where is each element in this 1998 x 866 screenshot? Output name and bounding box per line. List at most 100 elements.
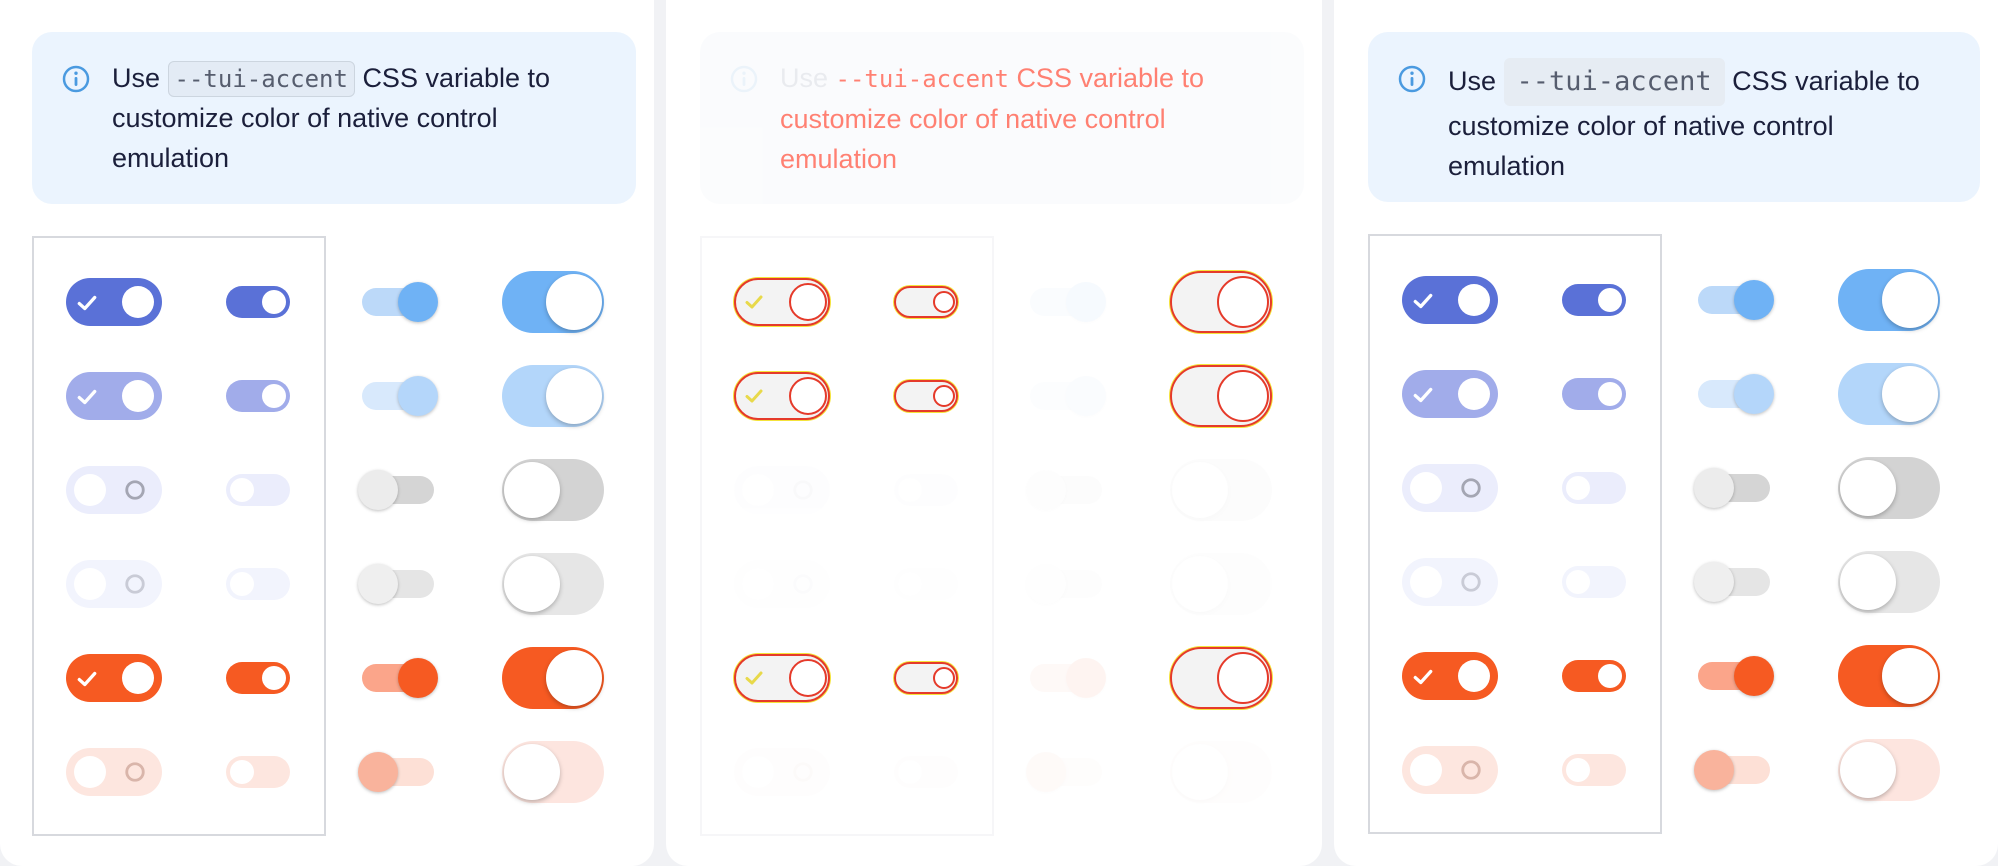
- switch-material-accent-disabled[interactable]: [362, 376, 438, 416]
- switch-small-accent[interactable]: [226, 286, 290, 318]
- switch-small-default[interactable]: [1562, 472, 1626, 504]
- switch-material-accent[interactable]: [1698, 280, 1774, 320]
- switch-material-error[interactable]: [1698, 656, 1774, 696]
- check-icon: [745, 671, 763, 685]
- switch-large-error[interactable]: [1402, 652, 1498, 700]
- notice-text: Use --tui-accent CSS variable to customi…: [780, 58, 1276, 179]
- ring-icon: [793, 762, 813, 782]
- switch-ios-error-disabled[interactable]: [1170, 741, 1272, 803]
- switch-outline-trace: [734, 654, 830, 702]
- ring-icon: [1461, 760, 1481, 780]
- switch-small-disabled[interactable]: [1562, 566, 1626, 598]
- switch-small-accent-disabled[interactable]: [226, 380, 290, 412]
- switch-ios-disabled[interactable]: [502, 553, 604, 615]
- switch-ios-accent[interactable]: [1838, 269, 1940, 331]
- notice-left: Use --tui-accent CSS variable to customi…: [32, 32, 636, 204]
- switch-knob: [1458, 284, 1490, 316]
- switch-knob: [1458, 660, 1490, 692]
- switch-material-default[interactable]: [358, 470, 434, 510]
- switch-small-error[interactable]: [1562, 660, 1626, 692]
- switch-ios-accent-disabled[interactable]: [1838, 363, 1940, 425]
- switch-material-accent-disabled[interactable]: [1030, 376, 1106, 416]
- switch-ios-default[interactable]: [1170, 459, 1272, 521]
- switch-material-disabled[interactable]: [358, 564, 434, 604]
- switch-small-accent-disabled[interactable]: [1562, 378, 1626, 410]
- switch-small-error-disabled[interactable]: [894, 756, 958, 788]
- check-icon: [1413, 293, 1433, 309]
- switch-small-disabled[interactable]: [226, 568, 290, 600]
- switch-large-error-disabled[interactable]: [66, 748, 162, 796]
- switch-material-disabled[interactable]: [1694, 562, 1770, 602]
- switch-knob: [898, 572, 922, 596]
- switch-large-accent-disabled[interactable]: [66, 372, 162, 420]
- switch-material-error-disabled[interactable]: [1026, 752, 1102, 792]
- switch-large-disabled[interactable]: [1402, 558, 1498, 606]
- switch-ios-disabled[interactable]: [1838, 551, 1940, 613]
- notice-text: Use --tui-accent CSS variable to customi…: [112, 58, 608, 178]
- switch-material-error[interactable]: [362, 658, 438, 698]
- switch-large-error-disabled[interactable]: [734, 748, 830, 796]
- switch-ios-error[interactable]: [1838, 645, 1940, 707]
- switch-material-error[interactable]: [1030, 658, 1106, 698]
- notice-prefix: Use: [1448, 66, 1497, 96]
- switch-ios-accent[interactable]: [502, 271, 604, 333]
- switch-knob: [1217, 370, 1269, 422]
- switch-large-accent-disabled[interactable]: [1402, 370, 1498, 418]
- switch-small-default[interactable]: [894, 474, 958, 506]
- switch-small-disabled[interactable]: [894, 568, 958, 600]
- switch-knob: [1694, 468, 1734, 508]
- switch-knob: [1410, 566, 1442, 598]
- switch-ios-disabled[interactable]: [1170, 553, 1272, 615]
- switch-knob: [504, 556, 560, 612]
- switch-small-accent[interactable]: [1562, 284, 1626, 316]
- switch-knob: [1172, 462, 1228, 518]
- check-icon: [77, 671, 97, 687]
- switch-knob: [1217, 276, 1269, 328]
- switch-large-disabled[interactable]: [734, 560, 830, 608]
- ring-icon: [125, 574, 145, 594]
- switch-large-accent[interactable]: [1402, 276, 1498, 324]
- switch-large-disabled[interactable]: [66, 560, 162, 608]
- switch-outline-trace: [1170, 365, 1272, 427]
- switch-large-default[interactable]: [1402, 464, 1498, 512]
- switch-ios-error-disabled[interactable]: [502, 741, 604, 803]
- switch-material-error-disabled[interactable]: [358, 752, 434, 792]
- switch-material-accent[interactable]: [362, 282, 438, 322]
- switch-small-error[interactable]: [226, 662, 290, 694]
- switch-material-default[interactable]: [1694, 468, 1770, 508]
- switch-material-error-disabled[interactable]: [1694, 750, 1770, 790]
- switch-small-error-disabled[interactable]: [226, 756, 290, 788]
- switch-ios-default[interactable]: [502, 459, 604, 521]
- switch-material-accent[interactable]: [1030, 282, 1106, 322]
- switch-large-default[interactable]: [66, 466, 162, 514]
- switch-knob: [398, 376, 438, 416]
- check-icon: [1413, 387, 1433, 403]
- switch-large-default[interactable]: [734, 466, 830, 514]
- switch-material-disabled[interactable]: [1026, 564, 1102, 604]
- notice-prefix: Use: [112, 63, 161, 93]
- switch-outline-trace: [894, 286, 958, 318]
- switch-ios-accent-disabled[interactable]: [502, 365, 604, 427]
- switch-knob: [933, 667, 955, 689]
- switch-large-accent[interactable]: [66, 278, 162, 326]
- switch-knob: [1598, 382, 1622, 406]
- switch-small-error-disabled[interactable]: [1562, 754, 1626, 786]
- switch-large-error-disabled[interactable]: [1402, 746, 1498, 794]
- switch-knob: [122, 662, 154, 694]
- switch-ios-default[interactable]: [1838, 457, 1940, 519]
- switch-small-default[interactable]: [226, 474, 290, 506]
- ring-icon: [793, 480, 813, 500]
- switch-knob: [1598, 664, 1622, 688]
- switch-knob: [1694, 562, 1734, 602]
- switch-ios-error-disabled[interactable]: [1838, 739, 1940, 801]
- switch-material-accent-disabled[interactable]: [1698, 374, 1774, 414]
- switch-large-error[interactable]: [66, 654, 162, 702]
- switch-knob: [1882, 366, 1938, 422]
- switch-material-default[interactable]: [1026, 470, 1102, 510]
- switch-group-box-middle: [700, 236, 994, 836]
- switch-knob: [358, 752, 398, 792]
- switch-knob: [789, 283, 827, 321]
- notice-middle: Use --tui-accent CSS variable to customi…: [700, 32, 1304, 204]
- switch-ios-error[interactable]: [502, 647, 604, 709]
- switch-knob: [1066, 282, 1106, 322]
